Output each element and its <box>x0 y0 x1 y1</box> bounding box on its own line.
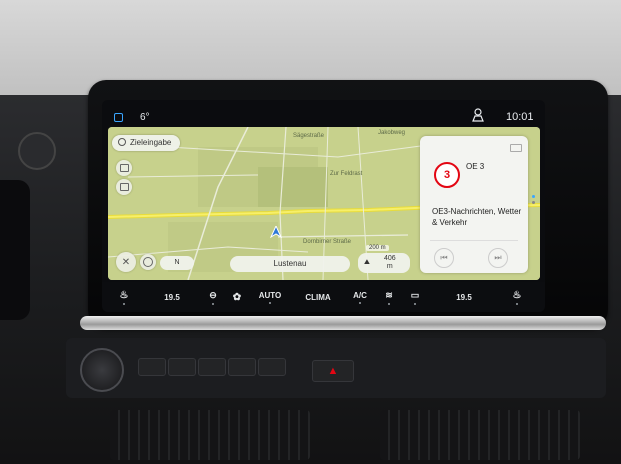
front-defrost-button[interactable]: ≋ <box>378 282 400 312</box>
ac-label: A/C <box>353 290 367 300</box>
clock: 10:01 <box>506 111 534 123</box>
vehicle-position-icon <box>269 224 283 239</box>
scale-label: 200 m <box>369 245 386 251</box>
chrome-trim <box>80 316 606 330</box>
media-divider <box>430 240 518 241</box>
home-icon[interactable] <box>114 113 123 122</box>
rear-defrost-button[interactable]: ▭ <box>404 282 426 312</box>
infotainment-screen: 6° 10:01 Sägestraße Jakobweg Zur Feldras… <box>102 100 545 312</box>
traffic-icon <box>119 183 129 191</box>
wrench-icon: ✕ <box>121 256 131 268</box>
instrument-cluster-edge <box>0 180 30 320</box>
street-label: Sägestraße <box>293 133 325 139</box>
recirculation-icon: ⊖ <box>209 289 217 300</box>
search-label: Zieleingabe <box>130 138 172 147</box>
air-vent <box>110 410 310 460</box>
station-name: OE 3 <box>466 162 485 171</box>
hazard-button[interactable]: ▲ <box>312 360 354 382</box>
auto-label: AUTO <box>258 290 282 300</box>
distance-label: 406 m <box>384 255 396 270</box>
clima-menu-button[interactable]: CLIMA <box>298 282 338 312</box>
hw-button-3[interactable] <box>198 358 226 376</box>
previous-button[interactable]: ⏮ <box>434 248 454 268</box>
clima-label: CLIMA <box>305 292 331 302</box>
distance-indicator: ⛰ 406 m <box>358 253 410 273</box>
map-scale: 200 m <box>366 245 389 251</box>
mute-icon <box>143 257 153 267</box>
seat-icon: ♨ <box>119 289 129 301</box>
current-location-bar[interactable]: Lustenau <box>230 256 350 272</box>
profile-icon[interactable] <box>472 108 484 122</box>
page-indicator <box>532 195 536 211</box>
hazard-icon: ▲ <box>327 365 339 377</box>
fan-button[interactable]: ✿ <box>226 282 248 312</box>
hw-button-1[interactable] <box>138 358 166 376</box>
media-widget[interactable]: 3 OE 3 OE3-Nachrichten, Wetter & Verkehr… <box>420 136 528 273</box>
right-temperature[interactable]: 19.5 <box>448 282 480 312</box>
seat-icon: ♨ <box>512 289 522 301</box>
search-icon <box>118 138 126 146</box>
radio-source-icon <box>510 144 522 152</box>
hw-button-4[interactable] <box>228 358 256 376</box>
map-settings-button[interactable]: ✕ <box>116 252 136 272</box>
temperature-readout: 6° <box>140 112 150 123</box>
map-mute-button[interactable] <box>140 254 156 270</box>
destination-search-button[interactable]: Zieleingabe <box>112 135 180 151</box>
hw-button-2[interactable] <box>168 358 196 376</box>
compass-label: N <box>174 259 180 266</box>
now-playing-text: OE3-Nachrichten, Wetter & Verkehr <box>432 207 522 227</box>
auto-climate-button[interactable]: AUTO <box>252 282 288 312</box>
map-layers-button[interactable] <box>116 160 132 176</box>
street-label: Dornbirner Straße <box>303 239 352 245</box>
fan-icon: ✿ <box>232 291 242 303</box>
recirculation-button[interactable]: ⊖ <box>202 282 224 312</box>
layers-icon <box>119 164 129 172</box>
map-traffic-button[interactable] <box>116 179 132 195</box>
next-icon: ⏭ <box>494 253 502 262</box>
front-defrost-icon: ≋ <box>385 289 393 300</box>
compass-indicator[interactable]: N <box>160 256 194 270</box>
previous-icon: ⏮ <box>440 253 448 262</box>
climate-bar: ♨ 19.5 ⊖ ✿ AUTO CLIMA A/C ≋ ▭ 19.5 ♨ <box>102 282 545 312</box>
rear-defrost-icon: ▭ <box>410 289 420 300</box>
next-button[interactable]: ⏭ <box>488 248 508 268</box>
street-label: Zur Feldrast <box>330 171 363 177</box>
left-temperature[interactable]: 19.5 <box>156 282 188 312</box>
station-logo-text: 3 <box>443 169 451 181</box>
seat-heat-left-button[interactable]: ♨ <box>112 282 136 312</box>
right-temp-value: 19.5 <box>456 292 472 302</box>
ac-button[interactable]: A/C <box>348 282 372 312</box>
start-stop-button[interactable] <box>18 132 56 170</box>
air-vent <box>380 410 580 460</box>
seat-heat-right-button[interactable]: ♨ <box>506 282 528 312</box>
hw-button-5[interactable] <box>258 358 286 376</box>
street-label: Jakobweg <box>378 130 406 136</box>
turn-arrow-icon: ⛰ <box>364 259 370 266</box>
station-logo: 3 <box>434 162 460 188</box>
volume-knob[interactable] <box>80 348 124 392</box>
left-temp-value: 19.5 <box>164 292 180 302</box>
location-label: Lustenau <box>273 259 307 268</box>
